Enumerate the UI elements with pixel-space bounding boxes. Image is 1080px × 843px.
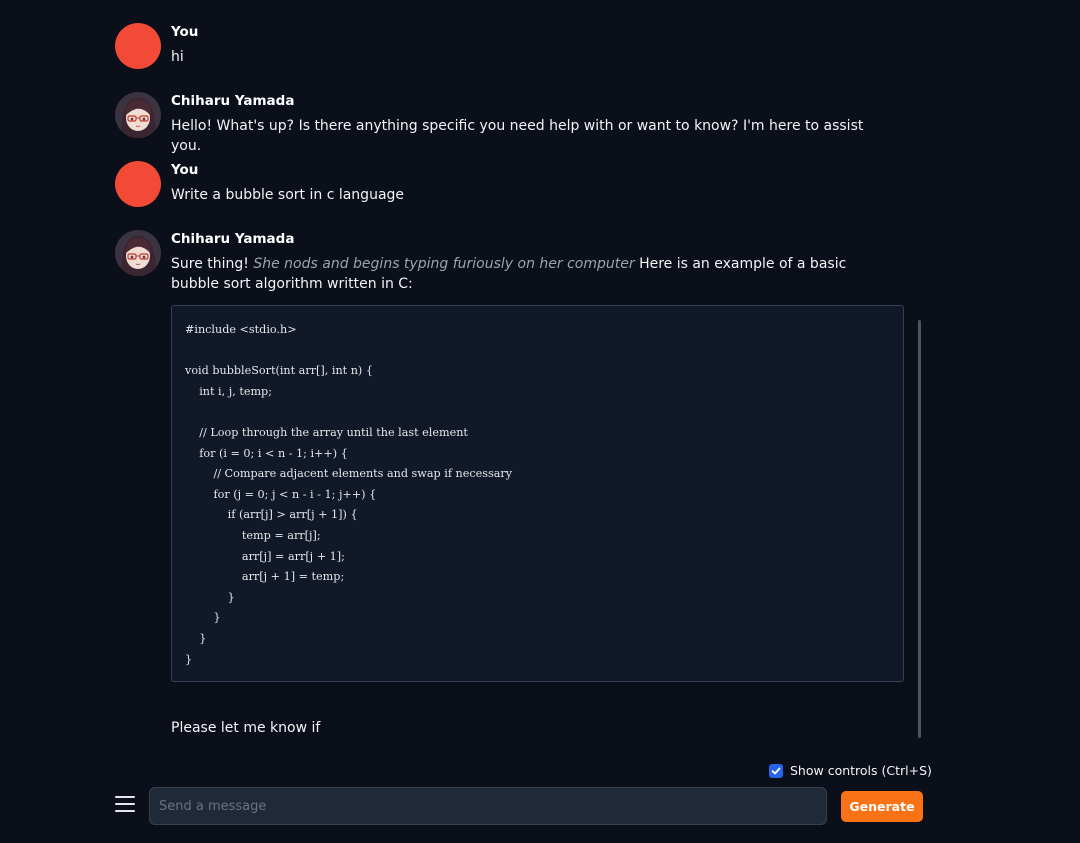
user-avatar <box>115 23 161 69</box>
chat-page: You hi Chiharu Yamada Hello! What's up? … <box>0 0 1080 843</box>
message-text: Hello! What's up? Is there anything spec… <box>171 118 864 154</box>
show-controls-label: Show controls (Ctrl+S) <box>790 763 932 778</box>
show-controls-toggle[interactable]: Show controls (Ctrl+S) <box>769 763 932 778</box>
message-text-tail: Please let me know if <box>171 720 321 736</box>
message-text: Sure thing! She nods and begins typing f… <box>171 254 871 294</box>
bot-avatar <box>115 230 161 276</box>
code-block: #include <stdio.h> void bubbleSort(int a… <box>171 305 904 682</box>
checkmark-icon[interactable] <box>769 763 783 778</box>
message-input[interactable] <box>149 787 827 825</box>
chat-history: You hi Chiharu Yamada Hello! What's up? … <box>0 0 1080 750</box>
roleplay-action-text: She nods and begins typing furiously on … <box>253 256 635 272</box>
generate-button[interactable]: Generate <box>841 791 923 822</box>
message-author: Chiharu Yamada <box>171 231 295 247</box>
chat-scrollbar[interactable] <box>918 320 921 738</box>
message-author: You <box>171 162 199 178</box>
code-content: #include <stdio.h> void bubbleSort(int a… <box>185 323 513 666</box>
message-text-start: Sure thing! <box>171 256 249 272</box>
hamburger-menu-icon[interactable] <box>115 796 135 818</box>
message-author: You <box>171 24 199 40</box>
message-author: Chiharu Yamada <box>171 93 295 109</box>
user-avatar <box>115 161 161 207</box>
message-text: hi <box>171 49 184 65</box>
message-text: Write a bubble sort in c language <box>171 187 405 203</box>
bot-avatar <box>115 92 161 138</box>
